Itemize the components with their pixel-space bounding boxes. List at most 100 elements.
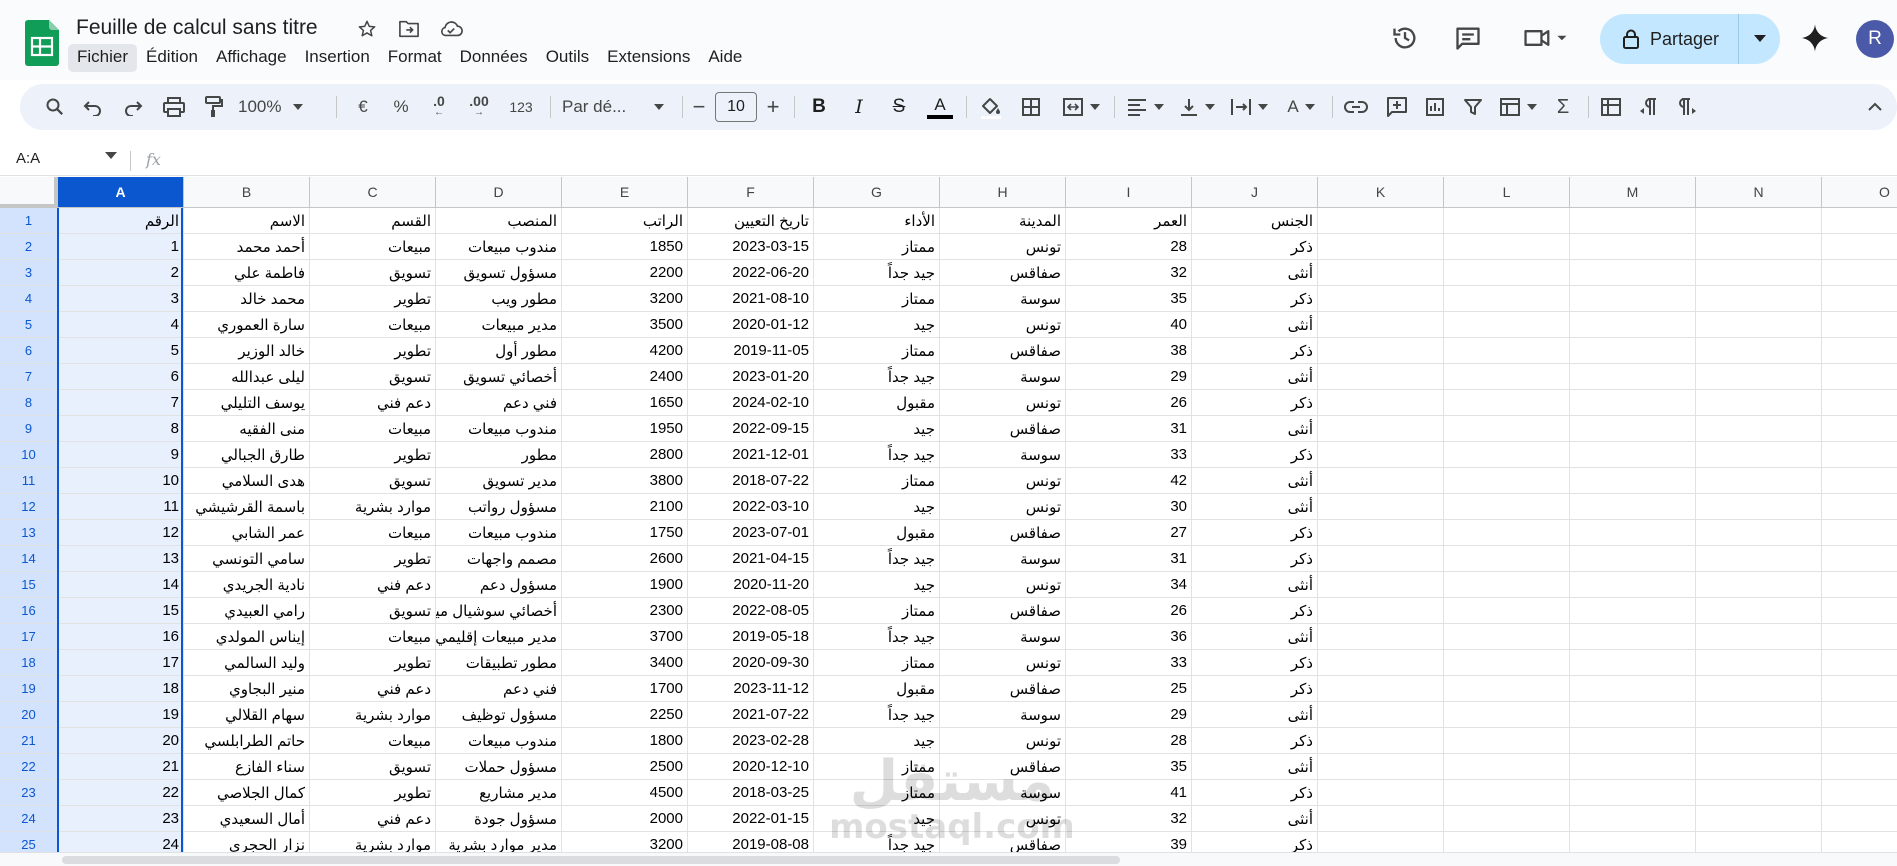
cell-O19[interactable] <box>1822 676 1897 702</box>
cell-B22[interactable]: سناء الفازع <box>184 754 310 780</box>
cell-F14[interactable]: 2021-04-15 <box>688 546 814 572</box>
cell-K13[interactable] <box>1318 520 1444 546</box>
cell-L13[interactable] <box>1444 520 1570 546</box>
cell-J10[interactable]: ذكر <box>1192 442 1318 468</box>
row-header-4[interactable]: 4 <box>0 286 58 312</box>
cell-H6[interactable]: صفاقس <box>940 338 1066 364</box>
cell-F19[interactable]: 2023-11-12 <box>688 676 814 702</box>
cell-M8[interactable] <box>1570 390 1696 416</box>
cell-A5[interactable]: 4 <box>58 312 184 338</box>
cell-A3[interactable]: 2 <box>58 260 184 286</box>
cell-F13[interactable]: 2023-07-01 <box>688 520 814 546</box>
cell-O20[interactable] <box>1822 702 1897 728</box>
cell-K21[interactable] <box>1318 728 1444 754</box>
cell-A15[interactable]: 14 <box>58 572 184 598</box>
cell-D16[interactable]: أخصائي سوشيال ميديا <box>436 598 562 624</box>
cell-F23[interactable]: 2018-03-25 <box>688 780 814 806</box>
cell-A18[interactable]: 17 <box>58 650 184 676</box>
cell-G4[interactable]: ممتاز <box>814 286 940 312</box>
column-header-E[interactable]: E <box>562 177 688 208</box>
menu-affichage[interactable]: Affichage <box>207 44 296 72</box>
cell-N22[interactable] <box>1696 754 1822 780</box>
cell-J19[interactable]: ذكر <box>1192 676 1318 702</box>
cell-G15[interactable]: جيد <box>814 572 940 598</box>
font-size-input[interactable]: 10 <box>715 92 757 122</box>
cell-N5[interactable] <box>1696 312 1822 338</box>
cell-H5[interactable]: تونس <box>940 312 1066 338</box>
cell-C25[interactable]: موارد بشرية <box>310 832 436 852</box>
cell-E23[interactable]: 4500 <box>562 780 688 806</box>
cell-C3[interactable]: تسويق <box>310 260 436 286</box>
cell-N12[interactable] <box>1696 494 1822 520</box>
cell-I14[interactable]: 31 <box>1066 546 1192 572</box>
menu-outils[interactable]: Outils <box>537 44 598 72</box>
cell-A24[interactable]: 23 <box>58 806 184 832</box>
cell-E8[interactable]: 1650 <box>562 390 688 416</box>
row-header-14[interactable]: 14 <box>0 546 58 572</box>
cell-O8[interactable] <box>1822 390 1897 416</box>
column-header-K[interactable]: K <box>1318 177 1444 208</box>
cell-D24[interactable]: مسؤول جودة <box>436 806 562 832</box>
cell-B19[interactable]: منير البجاوي <box>184 676 310 702</box>
cell-N21[interactable] <box>1696 728 1822 754</box>
cell-J11[interactable]: أنثى <box>1192 468 1318 494</box>
cell-I13[interactable]: 27 <box>1066 520 1192 546</box>
cell-A13[interactable]: 12 <box>58 520 184 546</box>
cell-G10[interactable]: جيد جداً <box>814 442 940 468</box>
cell-B6[interactable]: خالد الوزير <box>184 338 310 364</box>
cell-F1[interactable]: تاريخ التعيين <box>688 208 814 234</box>
cell-A1[interactable]: الرقم <box>58 208 184 234</box>
cell-L5[interactable] <box>1444 312 1570 338</box>
cell-H12[interactable]: تونس <box>940 494 1066 520</box>
cell-I3[interactable]: 32 <box>1066 260 1192 286</box>
cell-M2[interactable] <box>1570 234 1696 260</box>
cell-J22[interactable]: أنثى <box>1192 754 1318 780</box>
row-header-8[interactable]: 8 <box>0 390 58 416</box>
cell-E25[interactable]: 3200 <box>562 832 688 852</box>
cell-I20[interactable]: 29 <box>1066 702 1192 728</box>
cell-M6[interactable] <box>1570 338 1696 364</box>
cell-B5[interactable]: سارة العموري <box>184 312 310 338</box>
cell-A9[interactable]: 8 <box>58 416 184 442</box>
cell-C7[interactable]: تسويق <box>310 364 436 390</box>
cell-G16[interactable]: ممتاز <box>814 598 940 624</box>
cell-E15[interactable]: 1900 <box>562 572 688 598</box>
cell-N2[interactable] <box>1696 234 1822 260</box>
cell-N1[interactable] <box>1696 208 1822 234</box>
cell-C18[interactable]: تطوير <box>310 650 436 676</box>
cell-K11[interactable] <box>1318 468 1444 494</box>
cell-O12[interactable] <box>1822 494 1897 520</box>
row-header-24[interactable]: 24 <box>0 806 58 832</box>
cell-A10[interactable]: 9 <box>58 442 184 468</box>
cell-C16[interactable]: تسويق <box>310 598 436 624</box>
cell-K9[interactable] <box>1318 416 1444 442</box>
row-header-22[interactable]: 22 <box>0 754 58 780</box>
cell-H17[interactable]: سوسة <box>940 624 1066 650</box>
cell-J14[interactable]: ذكر <box>1192 546 1318 572</box>
row-header-2[interactable]: 2 <box>0 234 58 260</box>
cell-G8[interactable]: مقبول <box>814 390 940 416</box>
cell-F5[interactable]: 2020-01-12 <box>688 312 814 338</box>
cell-H4[interactable]: سوسة <box>940 286 1066 312</box>
cell-I12[interactable]: 30 <box>1066 494 1192 520</box>
cell-A11[interactable]: 10 <box>58 468 184 494</box>
column-header-G[interactable]: G <box>814 177 940 208</box>
redo-icon[interactable] <box>120 92 146 122</box>
cell-G7[interactable]: جيد جداً <box>814 364 940 390</box>
cell-C19[interactable]: دعم فني <box>310 676 436 702</box>
column-header-N[interactable]: N <box>1696 177 1822 208</box>
cell-I9[interactable]: 31 <box>1066 416 1192 442</box>
cell-J21[interactable]: ذكر <box>1192 728 1318 754</box>
cell-M22[interactable] <box>1570 754 1696 780</box>
cell-D21[interactable]: مندوب مبيعات <box>436 728 562 754</box>
cell-C24[interactable]: دعم فني <box>310 806 436 832</box>
cell-O13[interactable] <box>1822 520 1897 546</box>
cell-G9[interactable]: جيد <box>814 416 940 442</box>
ltr-text-icon[interactable] <box>1672 92 1702 122</box>
print-icon[interactable] <box>160 92 188 122</box>
scroll-thumb[interactable] <box>62 856 1120 864</box>
cell-N4[interactable] <box>1696 286 1822 312</box>
cell-B4[interactable]: محمد خالد <box>184 286 310 312</box>
cell-K25[interactable] <box>1318 832 1444 852</box>
cell-A16[interactable]: 15 <box>58 598 184 624</box>
